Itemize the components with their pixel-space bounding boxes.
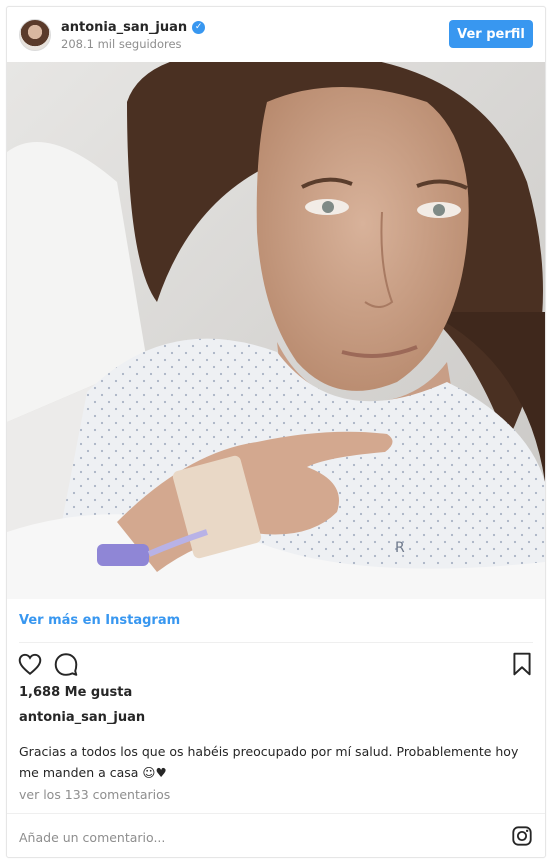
instagram-icon[interactable]	[511, 825, 533, 847]
photo-illustration: R	[7, 62, 545, 599]
action-bar	[17, 651, 535, 677]
verified-badge-icon: ✓	[192, 20, 206, 34]
instagram-embed: antonia_san_juan ✓ 208.1 mil seguidores …	[6, 6, 546, 858]
divider	[7, 813, 545, 814]
gown-letter: R	[395, 540, 405, 556]
avatar[interactable]	[19, 19, 51, 51]
post-header: antonia_san_juan ✓ 208.1 mil seguidores …	[7, 7, 545, 62]
caption-username[interactable]: antonia_san_juan	[19, 710, 145, 725]
bookmark-icon[interactable]	[509, 651, 535, 677]
like-count[interactable]: 1,688 Me gusta	[19, 685, 132, 700]
username-row: antonia_san_juan ✓	[61, 18, 206, 36]
comment-icon[interactable]	[53, 651, 79, 677]
comment-input[interactable]	[19, 825, 489, 849]
user-block: antonia_san_juan ✓ 208.1 mil seguidores	[61, 18, 206, 51]
view-more-link[interactable]: Ver más en Instagram	[19, 613, 180, 628]
heart-icon[interactable]	[17, 651, 43, 677]
caption-text: Gracias a todos los que os habéis preocu…	[19, 744, 519, 780]
username[interactable]: antonia_san_juan	[61, 20, 187, 35]
view-comments-link[interactable]: ver los 133 comentarios	[19, 787, 170, 802]
view-profile-button[interactable]: Ver perfil	[449, 20, 533, 48]
divider	[19, 642, 533, 643]
follower-count: 208.1 mil seguidores	[61, 37, 182, 51]
post-photo[interactable]: R	[7, 62, 545, 599]
